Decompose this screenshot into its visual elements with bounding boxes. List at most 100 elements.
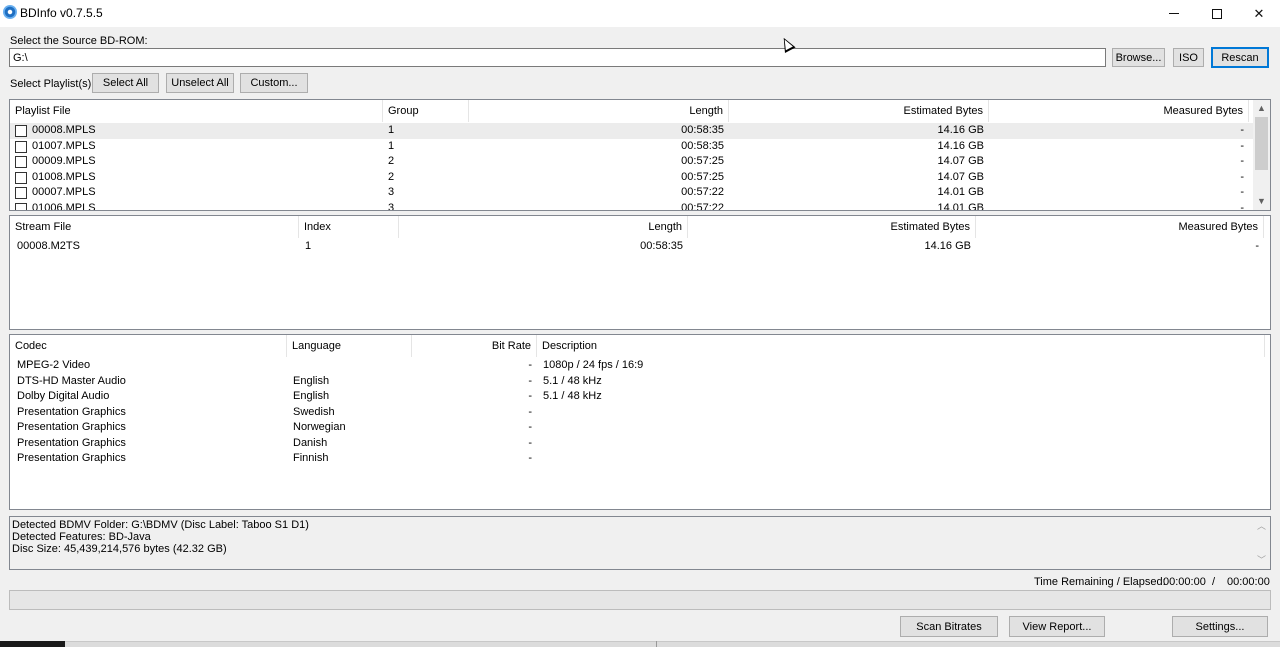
disc-info-log[interactable]: Detected BDMV Folder: G:\BDMV (Disc Labe… bbox=[9, 516, 1271, 570]
playlist-measured: - bbox=[1240, 139, 1244, 152]
codec-bitrate: - bbox=[528, 452, 532, 464]
playlist-length: 00:57:22 bbox=[681, 186, 724, 198]
playlist-checkbox[interactable] bbox=[15, 202, 27, 210]
col-language[interactable]: Language bbox=[287, 335, 412, 357]
scroll-down-icon[interactable]: ▼ bbox=[1253, 193, 1270, 210]
playlist-measured: - bbox=[1240, 186, 1244, 198]
codec-name: Presentation Graphics bbox=[17, 436, 126, 449]
scrollbar-thumb[interactable] bbox=[1255, 117, 1268, 170]
scroll-down-icon[interactable]: ﹀ bbox=[1253, 553, 1270, 566]
col-group[interactable]: Group bbox=[383, 100, 469, 122]
stream-estimated: 14.16 GB bbox=[924, 240, 971, 252]
source-label: Select the Source BD-ROM: bbox=[10, 35, 148, 47]
stream-file: 00008.M2TS bbox=[17, 240, 80, 252]
codec-name: Presentation Graphics bbox=[17, 452, 126, 464]
col-stream-measured[interactable]: Measured Bytes bbox=[976, 216, 1264, 238]
col-codec[interactable]: Codec bbox=[10, 335, 287, 357]
browse-button[interactable]: Browse... bbox=[1112, 48, 1165, 67]
log-line: Detected Features: BD-Java bbox=[12, 531, 151, 543]
playlist-checkbox[interactable] bbox=[15, 125, 27, 137]
codec-description: 1080p / 24 fps / 16:9 bbox=[543, 359, 644, 371]
col-index[interactable]: Index bbox=[299, 216, 399, 238]
scroll-up-icon[interactable]: ▲ bbox=[1253, 100, 1270, 117]
col-estimated-bytes[interactable]: Estimated Bytes bbox=[729, 100, 989, 122]
playlist-row[interactable]: 01006.MPLS 3 00:57:22 14.01 GB - bbox=[10, 201, 1254, 211]
playlist-measured: - bbox=[1240, 124, 1244, 136]
playlist-estimated: 14.01 GB bbox=[937, 186, 984, 198]
stream-length: 00:58:35 bbox=[640, 240, 683, 252]
playlist-length: 00:58:35 bbox=[681, 124, 724, 136]
scroll-up-icon[interactable]: ︿ bbox=[1253, 519, 1270, 532]
col-stream-file[interactable]: Stream File bbox=[10, 216, 299, 238]
codec-bitrate: - bbox=[528, 359, 532, 371]
source-path-input[interactable] bbox=[9, 48, 1106, 67]
playlist-estimated: 14.16 GB bbox=[937, 124, 984, 136]
codec-row[interactable]: DTS-HD Master Audio English - 5.1 / 48 k… bbox=[10, 375, 1270, 391]
codec-table[interactable]: Codec Language Bit Rate Description MPEG… bbox=[9, 334, 1271, 510]
view-report-button[interactable]: View Report... bbox=[1009, 616, 1105, 637]
playlist-checkbox[interactable] bbox=[15, 171, 27, 184]
playlist-row[interactable]: 00008.MPLS 1 00:58:35 14.16 GB - bbox=[10, 123, 1254, 139]
col-stream-estimated[interactable]: Estimated Bytes bbox=[688, 216, 976, 238]
playlist-length: 00:57:22 bbox=[681, 201, 724, 211]
title-bar: BDInfo v0.7.5.5 ✕ bbox=[0, 0, 1280, 27]
col-playlist-file[interactable]: Playlist File bbox=[10, 100, 383, 122]
playlist-checkbox[interactable] bbox=[15, 156, 27, 168]
playlist-measured: - bbox=[1240, 170, 1244, 183]
codec-row[interactable]: Dolby Digital Audio English - 5.1 / 48 k… bbox=[10, 390, 1270, 406]
log-line: Detected BDMV Folder: G:\BDMV (Disc Labe… bbox=[12, 519, 309, 531]
codec-row[interactable]: Presentation Graphics Swedish - bbox=[10, 406, 1270, 422]
select-all-button[interactable]: Select All bbox=[92, 73, 159, 93]
playlist-checkbox[interactable] bbox=[15, 140, 27, 153]
time-elapsed-value: 00:00:00 bbox=[1227, 576, 1270, 588]
codec-bitrate: - bbox=[528, 405, 532, 418]
scan-bitrates-button[interactable]: Scan Bitrates bbox=[900, 616, 998, 637]
codec-row[interactable]: Presentation Graphics Norwegian - bbox=[10, 421, 1270, 437]
codec-row[interactable]: MPEG-2 Video - 1080p / 24 fps / 16:9 bbox=[10, 359, 1270, 375]
col-stream-length[interactable]: Length bbox=[399, 216, 688, 238]
settings-button[interactable]: Settings... bbox=[1172, 616, 1268, 637]
codec-bitrate: - bbox=[528, 436, 532, 449]
playlist-table[interactable]: Playlist File Group Length Estimated Byt… bbox=[9, 99, 1271, 211]
playlist-estimated: 14.16 GB bbox=[937, 139, 984, 152]
col-bit-rate[interactable]: Bit Rate bbox=[412, 335, 537, 357]
col-length[interactable]: Length bbox=[469, 100, 729, 122]
playlist-row[interactable]: 01007.MPLS 1 00:58:35 14.16 GB - bbox=[10, 139, 1254, 155]
log-scrollbar[interactable]: ︿ ﹀ bbox=[1253, 517, 1270, 569]
codec-language: Danish bbox=[293, 436, 328, 449]
playlist-measured: - bbox=[1240, 155, 1244, 167]
playlist-row[interactable]: 00007.MPLS 3 00:57:22 14.01 GB - bbox=[10, 185, 1254, 201]
playlist-group: 1 bbox=[388, 139, 395, 152]
codec-name: MPEG-2 Video bbox=[17, 359, 91, 371]
taskbar-thumbnail bbox=[0, 641, 65, 647]
playlist-estimated: 14.07 GB bbox=[937, 155, 984, 167]
col-measured-bytes[interactable]: Measured Bytes bbox=[989, 100, 1249, 122]
stream-table[interactable]: Stream File Index Length Estimated Bytes… bbox=[9, 215, 1271, 330]
time-remaining-label: Time Remaining / Elapsed: bbox=[1034, 576, 1166, 588]
playlist-file: 01006.MPLS bbox=[32, 201, 96, 211]
col-description[interactable]: Description bbox=[537, 335, 1265, 357]
codec-row[interactable]: Presentation Graphics Finnish - bbox=[10, 452, 1270, 468]
codec-description: 5.1 / 48 kHz bbox=[543, 374, 602, 387]
custom-button[interactable]: Custom... bbox=[240, 73, 308, 93]
maximize-button[interactable] bbox=[1196, 0, 1238, 27]
codec-bitrate: - bbox=[528, 421, 532, 433]
codec-description: 5.1 / 48 kHz bbox=[543, 390, 602, 402]
maximize-icon bbox=[1212, 8, 1222, 19]
stream-row[interactable]: 00008.M2TS 1 00:58:35 14.16 GB - bbox=[10, 240, 1270, 256]
playlist-row[interactable]: 00009.MPLS 2 00:57:25 14.07 GB - bbox=[10, 154, 1254, 170]
codec-row[interactable]: Presentation Graphics Danish - bbox=[10, 437, 1270, 453]
playlist-group: 2 bbox=[388, 155, 395, 167]
playlist-length: 00:57:25 bbox=[681, 155, 724, 167]
playlist-file: 00009.MPLS bbox=[32, 155, 96, 167]
rescan-button[interactable]: Rescan bbox=[1211, 47, 1269, 68]
playlist-file: 00007.MPLS bbox=[32, 186, 96, 198]
minimize-button[interactable] bbox=[1153, 0, 1195, 27]
unselect-all-button[interactable]: Unselect All bbox=[166, 73, 234, 93]
playlist-row[interactable]: 01008.MPLS 2 00:57:25 14.07 GB - bbox=[10, 170, 1254, 186]
iso-button[interactable]: ISO bbox=[1173, 48, 1204, 67]
close-button[interactable]: ✕ bbox=[1238, 0, 1280, 27]
playlist-file: 00008.MPLS bbox=[32, 124, 96, 136]
playlist-scrollbar[interactable]: ▲ ▼ bbox=[1253, 100, 1270, 210]
playlist-checkbox[interactable] bbox=[15, 187, 27, 199]
